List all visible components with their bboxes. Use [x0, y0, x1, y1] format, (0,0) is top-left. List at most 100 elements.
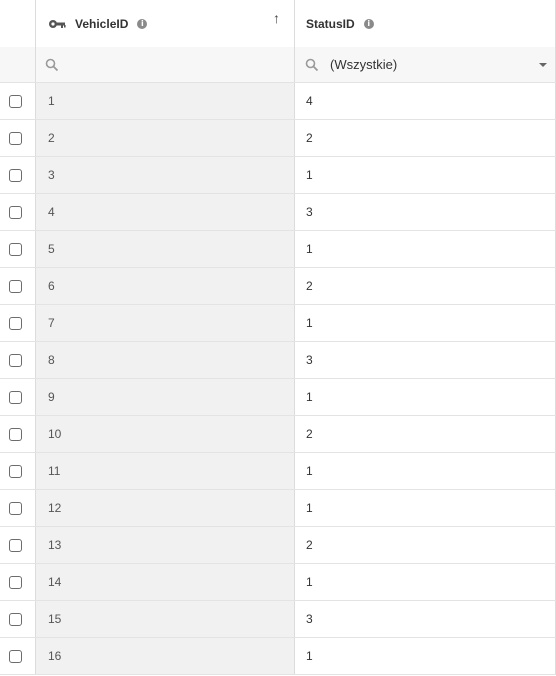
- statusid-cell[interactable]: 1: [294, 305, 556, 341]
- statusid-cell[interactable]: 4: [294, 83, 556, 119]
- row-select-cell: [0, 83, 35, 119]
- row-checkbox[interactable]: [9, 168, 22, 182]
- row-checkbox[interactable]: [9, 464, 22, 478]
- statusid-value: 2: [306, 427, 313, 441]
- vehicleid-cell[interactable]: 13: [35, 527, 294, 563]
- row-select-cell: [0, 231, 35, 267]
- vehicleid-cell[interactable]: 7: [35, 305, 294, 341]
- vehicleid-filter-input[interactable]: [35, 47, 294, 82]
- row-checkbox[interactable]: [9, 131, 22, 145]
- table-row[interactable]: 14: [0, 83, 556, 120]
- row-checkbox[interactable]: [9, 316, 22, 330]
- vehicleid-value: 4: [48, 205, 55, 219]
- statusid-value: 3: [306, 612, 313, 626]
- table-body: 14 22 31 43 51 62 71 83 91 10 2 11 1 12 1 1…: [0, 83, 556, 675]
- column-header-vehicleid[interactable]: VehicleID i ↑: [35, 0, 294, 47]
- row-select-cell: [0, 416, 35, 452]
- table-row[interactable]: 14 1: [0, 564, 556, 601]
- vehicleid-value: 6: [48, 279, 55, 293]
- column-header-label: VehicleID: [75, 16, 129, 31]
- statusid-cell[interactable]: 1: [294, 231, 556, 267]
- vehicleid-cell[interactable]: 11: [35, 453, 294, 489]
- statusid-filter-select[interactable]: (Wszystkie): [294, 47, 556, 82]
- table-row[interactable]: 15 3: [0, 601, 556, 638]
- table-row[interactable]: 83: [0, 342, 556, 379]
- column-header-statusid[interactable]: StatusID i: [294, 0, 556, 47]
- sort-ascending-icon[interactable]: ↑: [273, 10, 280, 26]
- vehicleid-value: 8: [48, 353, 55, 367]
- row-checkbox[interactable]: [9, 94, 22, 108]
- vehicleid-cell[interactable]: 5: [35, 231, 294, 267]
- statusid-value: 1: [306, 575, 313, 589]
- row-select-cell: [0, 379, 35, 415]
- info-icon[interactable]: i: [137, 18, 148, 29]
- vehicleid-cell[interactable]: 6: [35, 268, 294, 304]
- table-row[interactable]: 10 2: [0, 416, 556, 453]
- vehicleid-cell[interactable]: 8: [35, 342, 294, 378]
- vehicleid-cell[interactable]: 9: [35, 379, 294, 415]
- statusid-cell[interactable]: 2: [294, 527, 556, 563]
- statusid-cell[interactable]: 2: [294, 120, 556, 156]
- table-row[interactable]: 62: [0, 268, 556, 305]
- table-row[interactable]: 51: [0, 231, 556, 268]
- statusid-value: 1: [306, 242, 313, 256]
- statusid-cell[interactable]: 1: [294, 453, 556, 489]
- table-row[interactable]: 31: [0, 157, 556, 194]
- statusid-value: 2: [306, 131, 313, 145]
- row-checkbox[interactable]: [9, 427, 22, 441]
- vehicleid-value: 5: [48, 242, 55, 256]
- statusid-cell[interactable]: 3: [294, 601, 556, 637]
- statusid-value: 1: [306, 649, 313, 663]
- table-row[interactable]: 43: [0, 194, 556, 231]
- table-row[interactable]: 91: [0, 379, 556, 416]
- row-checkbox[interactable]: [9, 575, 22, 589]
- filter-row: (Wszystkie): [0, 47, 556, 83]
- statusid-cell[interactable]: 1: [294, 638, 556, 674]
- row-checkbox[interactable]: [9, 538, 22, 552]
- row-select-cell: [0, 194, 35, 230]
- chevron-down-icon[interactable]: [539, 63, 547, 67]
- vehicleid-cell[interactable]: 16: [35, 638, 294, 674]
- row-checkbox[interactable]: [9, 390, 22, 404]
- vehicleid-cell[interactable]: 2: [35, 120, 294, 156]
- row-checkbox[interactable]: [9, 242, 22, 256]
- row-checkbox[interactable]: [9, 353, 22, 367]
- statusid-value: 2: [306, 279, 313, 293]
- statusid-cell[interactable]: 2: [294, 416, 556, 452]
- statusid-cell[interactable]: 3: [294, 194, 556, 230]
- row-checkbox[interactable]: [9, 279, 22, 293]
- info-icon[interactable]: i: [363, 18, 374, 29]
- statusid-cell[interactable]: 1: [294, 564, 556, 600]
- statusid-cell[interactable]: 2: [294, 268, 556, 304]
- table-row[interactable]: 16 1: [0, 638, 556, 675]
- vehicleid-cell[interactable]: 14: [35, 564, 294, 600]
- vehicleid-value: 7: [48, 316, 55, 330]
- vehicleid-value: 12: [48, 501, 62, 515]
- table-row[interactable]: 71: [0, 305, 556, 342]
- vehicleid-cell[interactable]: 10: [35, 416, 294, 452]
- row-select-cell: [0, 638, 35, 674]
- statusid-cell[interactable]: 3: [294, 342, 556, 378]
- statusid-cell[interactable]: 1: [294, 157, 556, 193]
- row-checkbox[interactable]: [9, 205, 22, 219]
- statusid-value: 1: [306, 316, 313, 330]
- vehicleid-cell[interactable]: 12: [35, 490, 294, 526]
- vehicleid-cell[interactable]: 4: [35, 194, 294, 230]
- vehicleid-cell[interactable]: 3: [35, 157, 294, 193]
- row-checkbox[interactable]: [9, 612, 22, 626]
- table-row[interactable]: 22: [0, 120, 556, 157]
- statusid-cell[interactable]: 1: [294, 490, 556, 526]
- statusid-cell[interactable]: 1: [294, 379, 556, 415]
- header-row: VehicleID i ↑ StatusID i: [0, 0, 556, 47]
- row-checkbox[interactable]: [9, 649, 22, 663]
- vehicleid-cell[interactable]: 15: [35, 601, 294, 637]
- row-checkbox[interactable]: [9, 501, 22, 515]
- table-row[interactable]: 13 2: [0, 527, 556, 564]
- vehicleid-cell[interactable]: 1: [35, 83, 294, 119]
- data-grid: VehicleID i ↑ StatusID i (Wszystkie) 1 4…: [0, 0, 556, 676]
- table-row[interactable]: 11 1: [0, 453, 556, 490]
- statusid-value: 4: [306, 94, 313, 108]
- vehicleid-value: 14: [48, 575, 62, 589]
- table-row[interactable]: 12 1: [0, 490, 556, 527]
- row-select-cell: [0, 564, 35, 600]
